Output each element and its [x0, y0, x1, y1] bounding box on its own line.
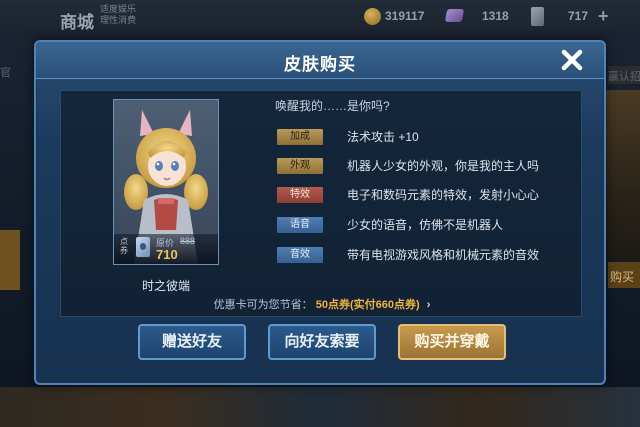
feature-badge: 语音 — [277, 217, 323, 233]
store-subtitle-line1: 适度娱乐 — [100, 4, 137, 14]
skin-purchase-dialog: 皮肤购买 点券 原价 888 710 时之彼端 唤醒我的……是你吗? 加成 法术… — [34, 40, 606, 385]
discount-prefix: 优惠卡可为您节省： — [213, 299, 313, 311]
feature-badge: 特效 — [277, 187, 323, 203]
background-right-text: 赢认招 — [608, 71, 640, 83]
buy-and-wear-button[interactable]: 购买并穿戴 — [398, 324, 506, 360]
discount-amount: 50点券(实付660点券) — [315, 299, 420, 311]
store-title: 商城 — [60, 13, 94, 32]
chevron-right-icon[interactable]: › — [427, 299, 431, 311]
feature-text: 法术攻击 +10 — [347, 130, 419, 144]
feature-badge: 音效 — [277, 247, 323, 263]
close-button[interactable] — [556, 44, 588, 76]
feature-text: 带有电视游戏风格和机械元素的音效 — [347, 248, 540, 262]
ticket-icon — [531, 7, 544, 26]
background-panel-left — [0, 230, 20, 290]
feature-text: 电子和数码元素的特效，发射小心心 — [347, 188, 540, 202]
discount-card-note: 优惠卡可为您节省： 50点券(实付660点券) › — [36, 296, 608, 312]
recharge-plus-button[interactable]: + — [598, 6, 609, 27]
feature-badge: 加成 — [277, 129, 323, 145]
feature-badge: 外观 — [277, 158, 323, 174]
current-price: 710 — [156, 247, 178, 262]
top-bar — [0, 0, 640, 36]
background-skin-strip — [0, 387, 640, 427]
background-buy-text: 购买 — [610, 270, 635, 284]
gold-coin-icon — [364, 8, 381, 25]
ticket-amount: 717 — [568, 9, 589, 23]
skin-detail-panel: 点券 原价 888 710 时之彼端 唤醒我的……是你吗? 加成 法术攻击 +1… — [60, 90, 582, 317]
feature-text: 少女的语音，仿佛不是机器人 — [347, 218, 504, 232]
skin-tagline: 唤醒我的……是你吗? — [275, 99, 390, 113]
gift-friend-button[interactable]: 赠送好友 — [138, 324, 246, 360]
ticket-label: 点券 — [120, 237, 128, 255]
background-character-art — [605, 90, 640, 260]
skin-card[interactable]: 点券 原价 888 710 — [113, 99, 219, 265]
dialog-header: 皮肤购买 — [36, 42, 604, 79]
skin-name: 时之彼端 — [141, 279, 190, 293]
gold-amount: 319117 — [385, 9, 425, 23]
diamond-icon — [444, 9, 465, 22]
ticket-icon — [136, 237, 150, 257]
store-subtitle-line2: 理性消费 — [100, 15, 137, 25]
dialog-title: 皮肤购买 — [284, 55, 356, 74]
price-bar: 点券 原价 888 710 — [114, 234, 218, 264]
background-left-text: 官 — [0, 67, 11, 79]
feature-text: 机器人少女的外观，你是我的主人吗 — [347, 159, 540, 173]
store-subtitle: 适度娱乐 理性消费 — [100, 4, 136, 26]
request-friend-button[interactable]: 向好友索要 — [268, 324, 376, 360]
diamond-amount: 1318 — [482, 9, 509, 23]
close-icon — [561, 49, 583, 71]
original-price: 888 — [180, 236, 196, 246]
